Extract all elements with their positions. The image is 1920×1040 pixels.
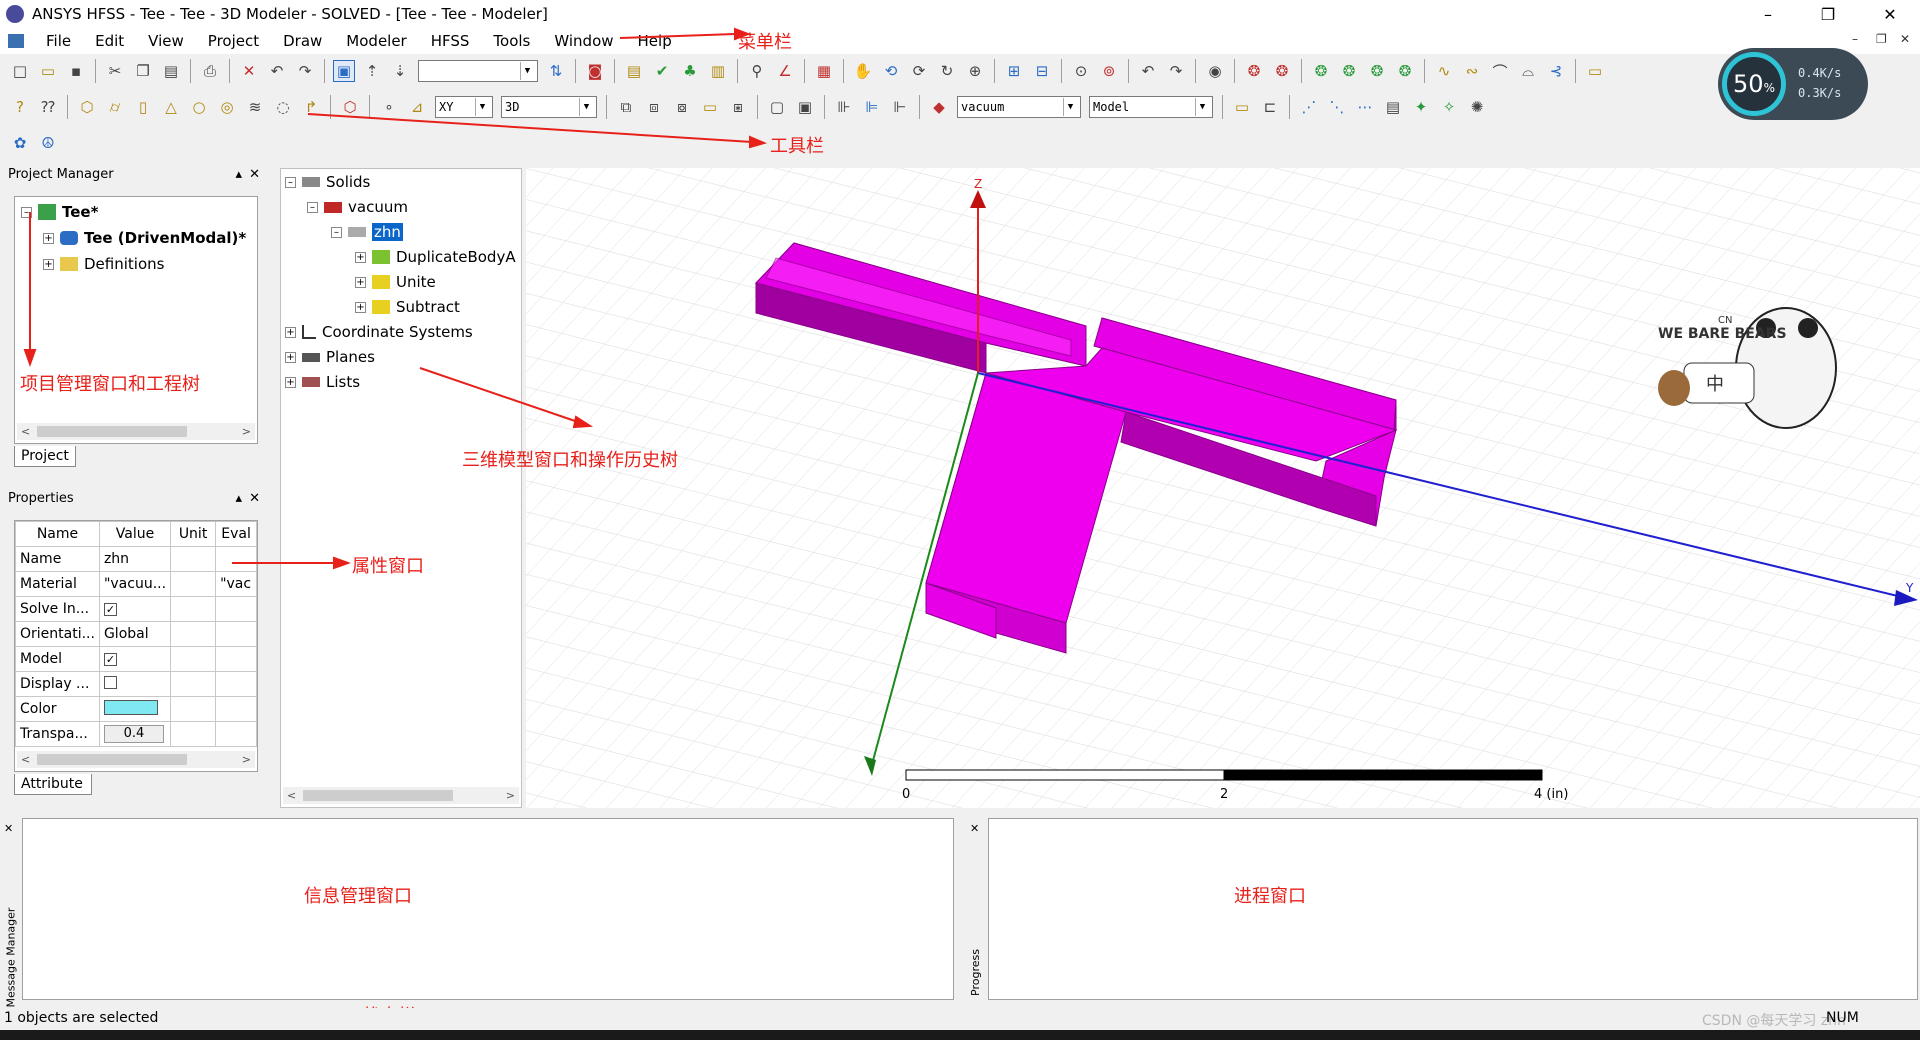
annotation-menubar: 菜单栏 [738, 32, 792, 53]
download-rate: 0.3K/s [1798, 86, 1842, 100]
annotation-toolbar: 工具栏 [770, 136, 824, 157]
annotation-progress: 进程窗口 [1234, 886, 1306, 907]
annotation-message: 信息管理窗口 [304, 886, 412, 907]
status-text: 1 objects are selected [4, 1010, 159, 1026]
csdn-watermark: CSDN @每天学习 zhn [1702, 1013, 1846, 1029]
num-lock-indicator: NUM [1826, 1010, 1859, 1026]
upload-rate: 0.4K/s [1798, 66, 1842, 80]
annotation-arrows [23, 27, 767, 570]
cpu-percent-ring: 50% [1722, 52, 1786, 116]
network-speed-widget[interactable]: 50% 0.4K/s 0.3K/s [1718, 48, 1868, 120]
status-bar: 1 objects are selected CSDN @每天学习 zhn NU… [0, 1008, 1920, 1030]
taskbar-strip [0, 1030, 1920, 1040]
annotation-model-window: 三维模型窗口和操作历史树 [462, 450, 678, 471]
annotation-properties: 属性窗口 [352, 556, 424, 577]
hfss-app-window: ANSYS HFSS - Tee - Tee - 3D Modeler - SO… [0, 0, 1920, 1040]
annotation-project-tree: 项目管理窗口和工程树 [20, 374, 200, 395]
